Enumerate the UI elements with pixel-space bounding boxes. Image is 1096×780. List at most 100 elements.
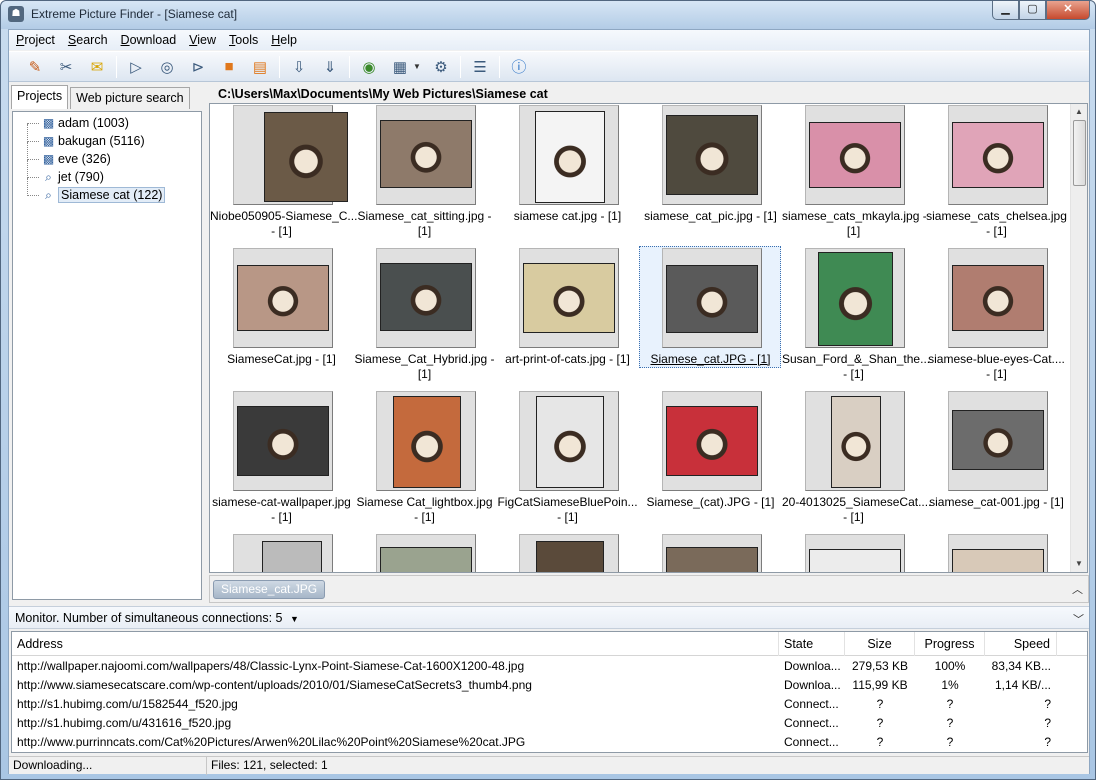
thumbnail-item[interactable] bbox=[353, 533, 496, 572]
thumbnail-item[interactable] bbox=[639, 533, 782, 572]
stop-all-icon[interactable]: ▤ bbox=[248, 55, 272, 79]
table-row[interactable]: http://wallpaper.najoomi.com/wallpapers/… bbox=[12, 657, 1087, 676]
tree-item-siamese-cat[interactable]: ⌕ Siamese cat (122) bbox=[13, 178, 201, 205]
menu-tools[interactable]: Tools bbox=[222, 30, 264, 50]
menu-project[interactable]: Project bbox=[9, 30, 61, 50]
stop-icon[interactable]: ■ bbox=[217, 55, 241, 79]
thumbnail-frame[interactable] bbox=[233, 534, 333, 572]
download-queue-icon[interactable]: ⇩ bbox=[287, 55, 311, 79]
scroll-up-icon[interactable]: ▲ bbox=[1071, 104, 1087, 120]
thumbnail-item[interactable] bbox=[496, 533, 639, 572]
thumbnail-frame[interactable] bbox=[233, 248, 333, 348]
thumbnail-item[interactable]: Siamese_cat_sitting.jpg - [1] bbox=[353, 104, 496, 247]
selected-file-chip[interactable]: Siamese_cat.JPG bbox=[213, 580, 326, 599]
thumbnail-item[interactable]: siamese_cats_mkayla.jpg - [1] bbox=[782, 104, 927, 247]
thumbnail-frame[interactable] bbox=[948, 248, 1048, 348]
thumbnail-item[interactable]: 20-4013025_SiameseCat.... - [1] bbox=[782, 390, 931, 533]
tree-item-adam[interactable]: ▩ adam (1003) bbox=[13, 115, 201, 133]
chevron-down-icon[interactable]: ▼ bbox=[290, 614, 299, 624]
thumbnail-frame[interactable] bbox=[805, 248, 905, 348]
thumbnail-frame[interactable] bbox=[519, 105, 619, 205]
thumbnail-item[interactable]: siamese-cat-wallpaper.jpg - [1] bbox=[210, 390, 353, 533]
tree-item-bakugan[interactable]: ▩ bakugan (5116) bbox=[13, 124, 201, 151]
chevron-up-icon[interactable]: ︿ bbox=[1072, 581, 1083, 597]
thumbnail-item[interactable]: Siamese Cat_lightbox.jpg - [1] bbox=[353, 390, 496, 533]
gallery-scrollbar[interactable]: ▲ ▼ bbox=[1070, 104, 1087, 572]
thumbnail-frame[interactable] bbox=[948, 391, 1048, 491]
thumbnail-frame[interactable] bbox=[805, 391, 905, 491]
scroll-down-icon[interactable]: ▼ bbox=[1071, 556, 1087, 572]
table-row[interactable]: http://www.siamesecatscare.com/wp-conten… bbox=[12, 676, 1087, 695]
start-options-icon[interactable]: ◎ bbox=[155, 55, 179, 79]
thumbnail-item[interactable] bbox=[210, 533, 353, 572]
edit-project-icon[interactable]: ✎ bbox=[23, 55, 47, 79]
tree-item-eve[interactable]: ▩ eve (326) bbox=[13, 142, 201, 169]
view-mode-icon[interactable]: ▦ bbox=[388, 55, 412, 79]
thumbnail-frame[interactable] bbox=[948, 105, 1048, 205]
thumbnail-item[interactable]: Niobe050905-Siamese_C... - [1] bbox=[210, 104, 357, 247]
resume-icon[interactable]: ⊳ bbox=[186, 55, 210, 79]
thumbnail-frame[interactable] bbox=[805, 534, 905, 572]
thumbnail-item[interactable]: siamese cat.jpg - [1] bbox=[496, 104, 639, 247]
thumbnail-item[interactable]: siamese_cat_pic.jpg - [1] bbox=[639, 104, 782, 247]
minimize-button[interactable]: ▁ bbox=[992, 1, 1019, 20]
tab-projects[interactable]: Projects bbox=[11, 85, 69, 109]
thumbnail-frame[interactable] bbox=[233, 105, 348, 205]
thumbnail-item[interactable]: siamese-blue-eyes-Cat.... - [1] bbox=[925, 247, 1068, 390]
table-row[interactable]: http://s1.hubimg.com/u/431616_f520.jpg Co… bbox=[12, 714, 1087, 733]
thumbnail-frame[interactable] bbox=[948, 534, 1048, 572]
thumbnail-frame[interactable] bbox=[662, 105, 762, 205]
thumbnail-item[interactable] bbox=[782, 533, 925, 572]
thumbnail-item[interactable]: Siamese_cat.JPG - [1] bbox=[639, 246, 782, 390]
maximize-button[interactable]: ▢ bbox=[1019, 1, 1046, 20]
monitor-connections-label[interactable]: Monitor. Number of simultaneous connecti… bbox=[15, 611, 299, 625]
thumbnail-frame[interactable] bbox=[376, 534, 476, 572]
scrollbar-thumb[interactable] bbox=[1073, 120, 1086, 186]
column-address[interactable]: Address bbox=[12, 632, 779, 656]
thumbnail-item[interactable]: SiameseCat.jpg - [1] bbox=[210, 247, 353, 390]
menu-search[interactable]: Search bbox=[61, 30, 114, 50]
thumbnail-frame[interactable] bbox=[233, 391, 333, 491]
thumbnail-item[interactable]: siamese_cat-001.jpg - [1] bbox=[925, 390, 1068, 533]
thumbnail-frame[interactable] bbox=[662, 534, 762, 572]
menu-download[interactable]: Download bbox=[114, 30, 183, 50]
thumbnail-list-icon[interactable]: ☰ bbox=[468, 55, 492, 79]
column-speed[interactable]: Speed bbox=[985, 632, 1057, 656]
column-progress[interactable]: Progress bbox=[915, 632, 985, 656]
tree-item-jet[interactable]: ⌕ jet (790) bbox=[13, 160, 201, 187]
thumbnail-frame[interactable] bbox=[805, 105, 905, 205]
thumbnail-item[interactable]: art-print-of-cats.jpg - [1] bbox=[496, 247, 639, 390]
thumbnail-frame[interactable] bbox=[376, 248, 476, 348]
menu-view[interactable]: View bbox=[182, 30, 222, 50]
toolbar-separator bbox=[279, 55, 280, 78]
thumbnail-frame[interactable] bbox=[662, 391, 762, 491]
tab-web-picture-search[interactable]: Web picture search bbox=[70, 87, 190, 109]
web-browser-icon[interactable]: ◉ bbox=[357, 55, 381, 79]
column-state[interactable]: State bbox=[779, 632, 845, 656]
thumbnail-item[interactable]: Siamese_Cat_Hybrid.jpg - [1] bbox=[353, 247, 496, 390]
thumbnail-item[interactable]: Susan_Ford_&_Shan_the... - [1] bbox=[782, 247, 930, 390]
help-icon[interactable]: ⓘ bbox=[507, 55, 531, 79]
thumbnail-frame[interactable] bbox=[662, 248, 762, 348]
thumbnail-frame[interactable] bbox=[519, 248, 619, 348]
thumbnail-item[interactable]: siamese_cats_chelsea.jpg - [1] bbox=[925, 104, 1068, 247]
menu-help[interactable]: Help bbox=[264, 30, 303, 50]
project-properties-icon[interactable]: ✂ bbox=[54, 55, 78, 79]
thumbnail-item[interactable] bbox=[925, 533, 1068, 572]
table-row[interactable]: http://s1.hubimg.com/u/1582544_f520.jpg C… bbox=[12, 695, 1087, 714]
thumbnail-item[interactable]: FigCatSiameseBluePoin... - [1] bbox=[496, 390, 639, 533]
comment-icon[interactable]: ✉ bbox=[85, 55, 109, 79]
column-size[interactable]: Size bbox=[845, 632, 915, 656]
thumbnail-frame[interactable] bbox=[519, 534, 619, 572]
table-row[interactable]: http://www.purrinncats.com/Cat%20Picture… bbox=[12, 733, 1087, 752]
view-mode-dropdown-icon[interactable]: ▼ bbox=[413, 62, 421, 71]
close-button[interactable]: ✕ bbox=[1046, 1, 1090, 20]
thumbnail-frame[interactable] bbox=[376, 391, 476, 491]
download-list-icon[interactable]: ⇓ bbox=[318, 55, 342, 79]
thumbnail-frame[interactable] bbox=[519, 391, 619, 491]
chevron-down-icon[interactable]: ﹀ bbox=[1073, 611, 1084, 627]
thumbnail-item[interactable]: Siamese_(cat).JPG - [1] bbox=[639, 390, 782, 533]
thumbnail-frame[interactable] bbox=[376, 105, 476, 205]
start-icon[interactable]: ▷ bbox=[124, 55, 148, 79]
settings-gear-icon[interactable]: ⚙ bbox=[429, 55, 453, 79]
